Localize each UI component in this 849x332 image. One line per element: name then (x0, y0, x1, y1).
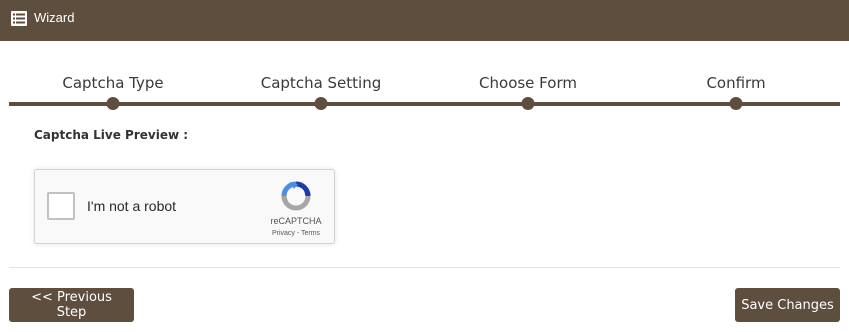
step-dot-choose-form[interactable] (521, 97, 535, 110)
step-dot-captcha-type[interactable] (106, 97, 120, 110)
save-changes-button[interactable]: Save Changes (735, 288, 840, 322)
recaptcha-checkbox[interactable] (47, 192, 75, 220)
recaptcha-logo-icon (281, 181, 311, 211)
step-label-captcha-setting: Captcha Setting (260, 74, 382, 92)
recaptcha-privacy-link[interactable]: Privacy (272, 230, 295, 237)
step-label-choose-form: Choose Form (479, 74, 577, 92)
step-progress-line (9, 102, 840, 106)
step-label-captcha-type: Captcha Type (62, 74, 164, 92)
recaptcha-terms-link[interactable]: Terms (301, 230, 320, 237)
captcha-preview-label: Captcha Live Preview : (34, 128, 189, 142)
footer-divider (9, 267, 840, 268)
recaptcha-links: Privacy - Terms (261, 230, 331, 237)
recaptcha-brand: reCAPTCHA (270, 216, 322, 226)
recaptcha-checkbox-label: I'm not a robot (87, 198, 177, 214)
recaptcha-widget: I'm not a robot reCAPTCHA Privacy - Term… (34, 169, 335, 244)
wizard-steps: Captcha Type Captcha Setting Choose Form… (0, 0, 849, 120)
previous-step-button[interactable]: << Previous Step (9, 288, 134, 322)
step-dot-captcha-setting[interactable] (314, 97, 328, 110)
step-dot-confirm[interactable] (729, 97, 743, 110)
step-label-confirm: Confirm (706, 74, 766, 92)
